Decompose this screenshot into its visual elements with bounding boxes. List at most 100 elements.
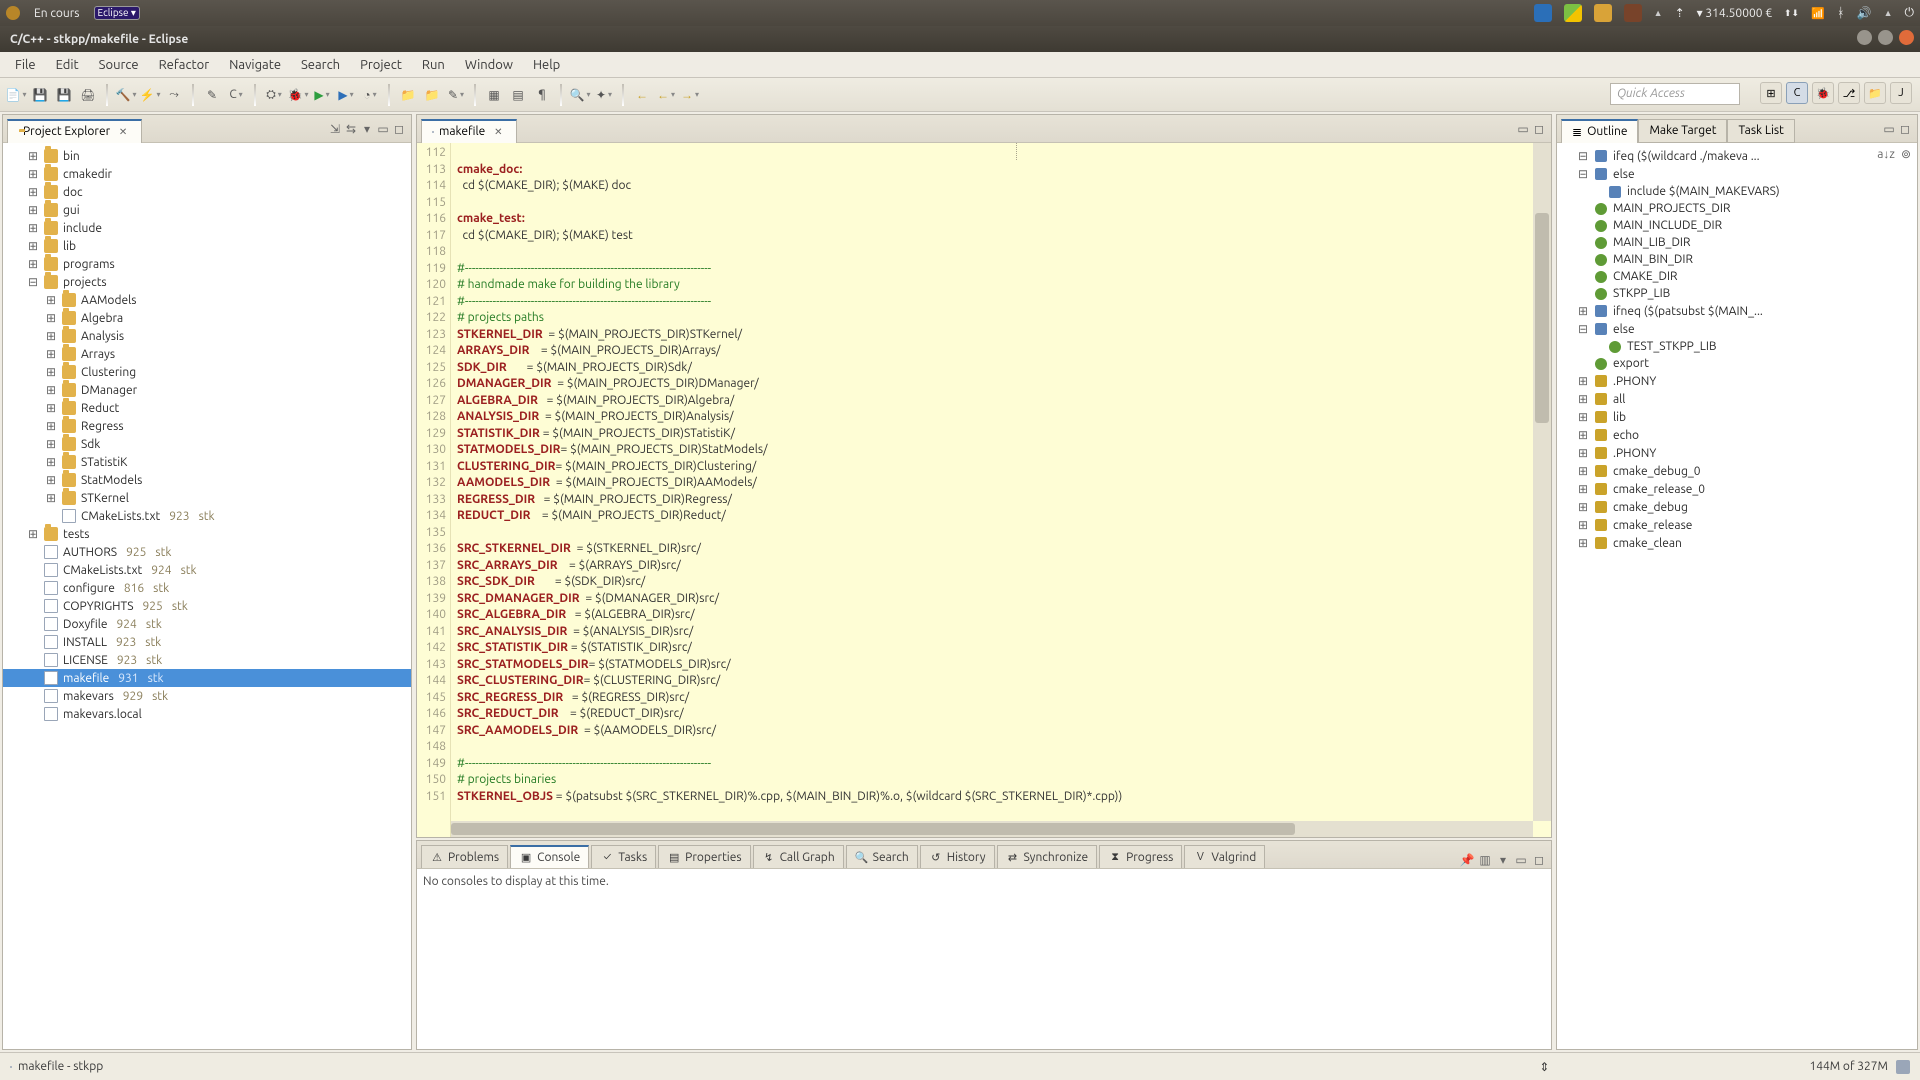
make-target-tab[interactable]: Make Target xyxy=(1638,119,1727,143)
outline-item[interactable]: cmake_debug_0 xyxy=(1557,462,1917,480)
open-perspective-button[interactable]: ⊞ xyxy=(1760,82,1782,104)
twisty-icon[interactable] xyxy=(1577,322,1589,336)
code-line[interactable] xyxy=(457,739,1545,756)
code-line[interactable]: # projects paths xyxy=(457,310,1545,327)
menu-project[interactable]: Project xyxy=(351,55,411,75)
tray-icon-wifi[interactable] xyxy=(1811,7,1825,20)
code-line[interactable]: cd $(CMAKE_DIR); $(MAKE) test xyxy=(457,228,1545,245)
code-line[interactable]: SRC_ARRAYS_DIR = $(ARRAYS_DIR)src/ xyxy=(457,558,1545,575)
tray-icon-bluetooth[interactable] xyxy=(1837,6,1845,20)
outline-item[interactable]: .PHONY xyxy=(1557,372,1917,390)
twisty-icon[interactable] xyxy=(1577,410,1589,424)
bottom-tab-console[interactable]: ▣Console xyxy=(510,845,589,868)
code-line[interactable]: ARRAYS_DIR = $(MAIN_PROJECTS_DIR)Arrays/ xyxy=(457,343,1545,360)
code-line[interactable]: cd $(CMAKE_DIR); $(MAKE) doc xyxy=(457,178,1545,195)
minimize-icon[interactable] xyxy=(375,121,391,137)
outline-item[interactable]: CMAKE_DIR xyxy=(1557,268,1917,285)
close-icon[interactable] xyxy=(115,124,131,140)
bottom-tab-progress[interactable]: ⧗Progress xyxy=(1099,845,1182,868)
tree-item[interactable]: doc xyxy=(3,183,411,201)
perspective-resource[interactable]: 📁 xyxy=(1864,82,1886,104)
tree-item[interactable]: bin xyxy=(3,147,411,165)
perspective-cpp[interactable]: C xyxy=(1786,82,1808,104)
close-icon[interactable] xyxy=(490,124,506,140)
tree-item[interactable]: Arrays xyxy=(3,345,411,363)
tree-item[interactable]: tests xyxy=(3,525,411,543)
new-folder-button[interactable] xyxy=(398,85,418,105)
window-minimize-button[interactable] xyxy=(1857,30,1872,45)
twisty-icon[interactable] xyxy=(1577,374,1589,388)
run-external-button[interactable] xyxy=(336,85,356,105)
code-line[interactable]: # handmade make for building the library xyxy=(457,277,1545,294)
open-console-icon[interactable]: ▾ xyxy=(1495,852,1511,868)
menu-navigate[interactable]: Navigate xyxy=(220,55,290,75)
project-explorer-tab[interactable]: Project Explorer xyxy=(7,119,142,143)
pin-console-icon[interactable]: 📌 xyxy=(1459,852,1475,868)
outline-item[interactable]: cmake_clean xyxy=(1557,534,1917,552)
annotations-button[interactable]: ✦ xyxy=(594,85,614,105)
tray-icon-browser[interactable] xyxy=(1534,4,1552,22)
maximize-icon[interactable] xyxy=(1531,852,1547,868)
maximize-icon[interactable] xyxy=(1897,121,1913,137)
twisty-icon[interactable] xyxy=(1577,518,1589,532)
code-line[interactable]: SRC_AAMODELS_DIR = $(AAMODELS_DIR)src/ xyxy=(457,723,1545,740)
outline-item[interactable]: .PHONY xyxy=(1557,444,1917,462)
outline-tab[interactable]: ≣ Outline xyxy=(1561,119,1638,143)
code-area[interactable]: cmake_doc: cd $(CMAKE_DIR); $(MAKE) docc… xyxy=(451,143,1551,837)
launch-config-button[interactable]: ⛭ xyxy=(264,85,284,105)
tray-icon-updates[interactable] xyxy=(1675,6,1685,20)
menu-refactor[interactable]: Refactor xyxy=(150,55,219,75)
code-line[interactable]: #---------------------------------------… xyxy=(457,261,1545,278)
twisty-icon[interactable] xyxy=(45,383,57,397)
twisty-icon[interactable] xyxy=(27,185,39,199)
code-line[interactable]: SDK_DIR = $(MAIN_PROJECTS_DIR)Sdk/ xyxy=(457,360,1545,377)
bottom-tab-history[interactable]: ↺History xyxy=(920,845,995,868)
outline-item[interactable]: cmake_release xyxy=(1557,516,1917,534)
code-line[interactable]: SRC_REDUCT_DIR = $(REDUCT_DIR)src/ xyxy=(457,706,1545,723)
code-line[interactable]: SRC_STATISTIK_DIR = $(STATISTIK_DIR)src/ xyxy=(457,640,1545,657)
profile-button[interactable]: ◔ xyxy=(360,85,380,105)
quick-access-input[interactable]: Quick Access xyxy=(1610,83,1740,105)
code-line[interactable]: STKERNEL_OBJS = $(patsubst $(SRC_STKERNE… xyxy=(457,789,1545,806)
code-line[interactable]: STATMODELS_DIR= $(MAIN_PROJECTS_DIR)Stat… xyxy=(457,442,1545,459)
tree-item[interactable]: STatistiK xyxy=(3,453,411,471)
tree-item[interactable]: StatModels xyxy=(3,471,411,489)
toggle-mark-button[interactable]: ▦ xyxy=(484,85,504,105)
editor-tab[interactable]: makefile xyxy=(421,119,517,143)
outline-item[interactable]: TEST_STKPP_LIB xyxy=(1557,338,1917,355)
twisty-icon[interactable] xyxy=(1577,149,1589,163)
outline-item[interactable]: echo xyxy=(1557,426,1917,444)
outline-item[interactable]: cmake_release_0 xyxy=(1557,480,1917,498)
twisty-icon[interactable] xyxy=(1577,392,1589,406)
tree-item[interactable]: DManager xyxy=(3,381,411,399)
tree-item[interactable]: include xyxy=(3,219,411,237)
scrollbar-thumb[interactable] xyxy=(1535,213,1549,423)
code-line[interactable]: SRC_STKERNEL_DIR = $(STKERNEL_DIR)src/ xyxy=(457,541,1545,558)
bottom-tab-search[interactable]: 🔍Search xyxy=(846,845,918,868)
save-button[interactable] xyxy=(30,85,50,105)
tree-item[interactable]: Algebra xyxy=(3,309,411,327)
twisty-icon[interactable] xyxy=(1577,482,1589,496)
tree-item[interactable]: lib xyxy=(3,237,411,255)
twisty-icon[interactable] xyxy=(45,437,57,451)
code-line[interactable]: ANALYSIS_DIR = $(MAIN_PROJECTS_DIR)Analy… xyxy=(457,409,1545,426)
open-type-button[interactable]: ✎ xyxy=(202,85,222,105)
skip-build-button[interactable]: ⤳ xyxy=(164,85,184,105)
code-line[interactable]: SRC_ANALYSIS_DIR = $(ANALYSIS_DIR)src/ xyxy=(457,624,1545,641)
twisty-icon[interactable] xyxy=(45,473,57,487)
code-line[interactable]: #---------------------------------------… xyxy=(457,756,1545,773)
bottom-tab-synchronize[interactable]: ⇄Synchronize xyxy=(997,845,1098,868)
focus-icon[interactable]: ⊚ xyxy=(1901,147,1911,161)
tray-icon-network[interactable] xyxy=(1784,8,1799,19)
panel-balance[interactable]: ▾ 314.50000 € xyxy=(1697,6,1772,20)
vertical-scrollbar[interactable] xyxy=(1533,143,1551,821)
window-maximize-button[interactable] xyxy=(1878,30,1893,45)
minimize-icon[interactable] xyxy=(1881,121,1897,137)
tree-item[interactable]: programs xyxy=(3,255,411,273)
outline-item[interactable]: MAIN_LIB_DIR xyxy=(1557,234,1917,251)
sort-icon[interactable]: a↓z xyxy=(1877,147,1895,161)
menu-edit[interactable]: Edit xyxy=(47,55,88,75)
twisty-icon[interactable] xyxy=(1577,304,1589,318)
code-line[interactable]: SRC_ALGEBRA_DIR = $(ALGEBRA_DIR)src/ xyxy=(457,607,1545,624)
debug-button[interactable] xyxy=(288,85,308,105)
